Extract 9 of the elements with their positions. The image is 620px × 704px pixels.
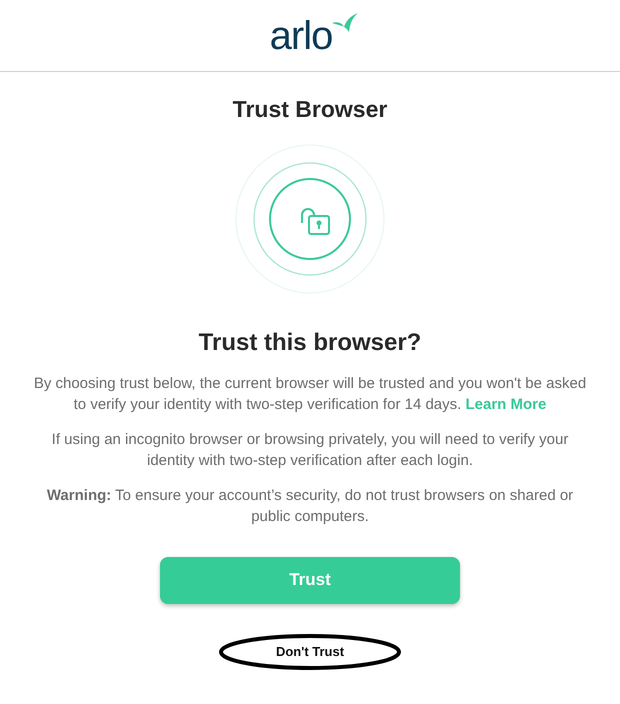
page-title: Trust Browser bbox=[232, 95, 388, 124]
unlocked-padlock-icon bbox=[234, 142, 386, 294]
logo: arlo bbox=[270, 16, 332, 56]
trust-button[interactable]: Trust bbox=[160, 556, 460, 604]
heading: Trust this browser? bbox=[198, 328, 422, 358]
paragraph: By choosing trust below, the current browser will be trusted and you won't be asked to verify your identity with two-step verification for 14 days. Learn More bbox=[32, 374, 588, 414]
learn-more-link[interactable]: Learn More bbox=[465, 396, 546, 412]
paragraph: Warning: To ensure your account’s security, do not trust browsers on shared or public computers. bbox=[46, 486, 574, 526]
paragraph: If using an incognito browser or browsing privately, you will need to verify your identity with two-step verification after each login. bbox=[50, 430, 570, 470]
